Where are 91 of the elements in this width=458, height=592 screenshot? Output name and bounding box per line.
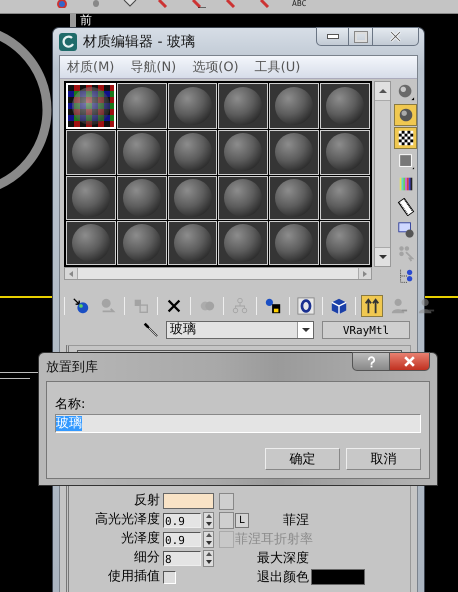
lock-button[interactable]: L — [235, 512, 249, 528]
material-slot[interactable] — [269, 176, 320, 220]
cross-icon — [165, 297, 183, 315]
viewport-border — [425, 296, 458, 298]
material-slot[interactable] — [116, 130, 167, 174]
horizontal-scrollbar[interactable] — [64, 267, 372, 280]
toolbar-label: ABC — [292, 0, 306, 8]
maximize-button[interactable] — [349, 27, 373, 46]
sphere-floppy-icon — [264, 297, 282, 315]
close-button[interactable] — [373, 27, 419, 46]
parameter-label: 菲涅 — [283, 512, 310, 529]
squares-icon — [132, 297, 150, 315]
parameter-label: 使用插值 — [107, 569, 161, 585]
parameter-label: 光泽度 — [120, 531, 161, 547]
dialog-title: 放置到库 — [46, 359, 98, 376]
help-button[interactable] — [352, 352, 390, 371]
material-slot[interactable] — [116, 83, 167, 130]
parameter-label: 退出颜色 — [257, 569, 310, 586]
material-slot[interactable] — [168, 83, 218, 130]
sphere-icon — [396, 106, 414, 124]
sphere-icon — [396, 83, 414, 101]
material-slot[interactable] — [168, 220, 218, 265]
material-name-dropdown[interactable]: 玻璃 — [166, 321, 314, 339]
screen-sphere-icon — [396, 221, 414, 239]
person-arrow-icon — [390, 297, 408, 315]
menu-item[interactable]: 材质(M) — [67, 58, 114, 76]
material-slot[interactable] — [320, 130, 370, 174]
pencil-icon[interactable] — [190, 0, 206, 8]
help-icon — [366, 356, 376, 368]
material-slot[interactable] — [66, 130, 116, 174]
material-slot[interactable] — [269, 220, 320, 265]
parameter-label: 反射 — [133, 493, 161, 509]
checkbox[interactable] — [163, 570, 176, 584]
menu-item[interactable]: 导航(N) — [130, 58, 176, 76]
field-label: 名称: — [55, 397, 86, 413]
material-slot[interactable] — [320, 176, 370, 220]
spinner-arrows[interactable] — [203, 530, 214, 548]
spinner-arrows[interactable] — [203, 512, 214, 528]
number-field[interactable]: 0.9 — [163, 512, 201, 528]
close-icon — [403, 356, 416, 367]
material-slot[interactable] — [218, 176, 268, 220]
material-slot[interactable] — [66, 176, 116, 220]
dialog-button[interactable]: 取消 — [346, 448, 421, 470]
tool-button[interactable] — [361, 295, 383, 317]
material-slot[interactable] — [320, 220, 370, 265]
close-button[interactable] — [390, 352, 430, 371]
arrow-sphere-icon — [72, 297, 90, 315]
material-slot[interactable] — [218, 220, 268, 265]
vertical-scrollbar[interactable] — [374, 81, 391, 267]
line-drawing — [0, 372, 38, 379]
sphere-arrow-icon — [99, 297, 117, 315]
tool-button[interactable] — [295, 295, 317, 317]
material-slot[interactable] — [66, 220, 116, 265]
material-slot[interactable] — [116, 220, 167, 265]
material-slot[interactable] — [269, 130, 320, 174]
checkerboard-icon — [396, 129, 414, 147]
ring-icon — [297, 297, 315, 315]
close-icon — [389, 31, 402, 42]
material-type-button[interactable]: VRayMtl — [322, 321, 410, 339]
dots-cursor-icon — [396, 244, 414, 262]
parameter-label: 高光光泽度 — [94, 512, 161, 528]
dialog-button[interactable]: 确定 — [265, 448, 340, 470]
material-slot[interactable] — [168, 176, 218, 220]
minimize-button[interactable] — [316, 27, 349, 46]
app-icon — [59, 32, 77, 50]
eyedropper-icon[interactable] — [142, 321, 160, 339]
tool-button[interactable] — [394, 127, 417, 149]
material-slot[interactable] — [116, 176, 167, 220]
material-slot[interactable] — [269, 83, 320, 130]
viewport-border — [0, 296, 52, 298]
material-slot[interactable] — [168, 130, 218, 174]
menu-item[interactable]: 工具(U) — [254, 58, 300, 76]
spinner-arrows[interactable] — [203, 550, 214, 566]
color-swatch[interactable] — [311, 569, 365, 585]
menu-item[interactable]: 选项(O) — [192, 58, 239, 76]
tree-icon — [231, 297, 249, 315]
material-slot[interactable] — [218, 130, 268, 174]
double-arrow-icon — [363, 297, 381, 315]
viewport-label: 前 — [80, 14, 92, 27]
material-slot[interactable] — [218, 83, 268, 130]
parameter-label: 菲涅耳折射率 — [235, 531, 314, 548]
parameter-label: 细分 — [133, 550, 161, 566]
color-swatch[interactable] — [163, 493, 214, 509]
number-field[interactable]: 8 — [163, 550, 201, 566]
material-slot[interactable] — [320, 83, 370, 130]
parameter-label: 最大深度 — [257, 550, 310, 567]
number-field[interactable]: 0.9 — [163, 532, 201, 546]
person-arrow-icon — [417, 297, 435, 315]
square-icon — [396, 152, 414, 170]
color-bars-icon — [396, 175, 414, 193]
window-title: 材质编辑器 - 玻璃 — [83, 32, 195, 50]
